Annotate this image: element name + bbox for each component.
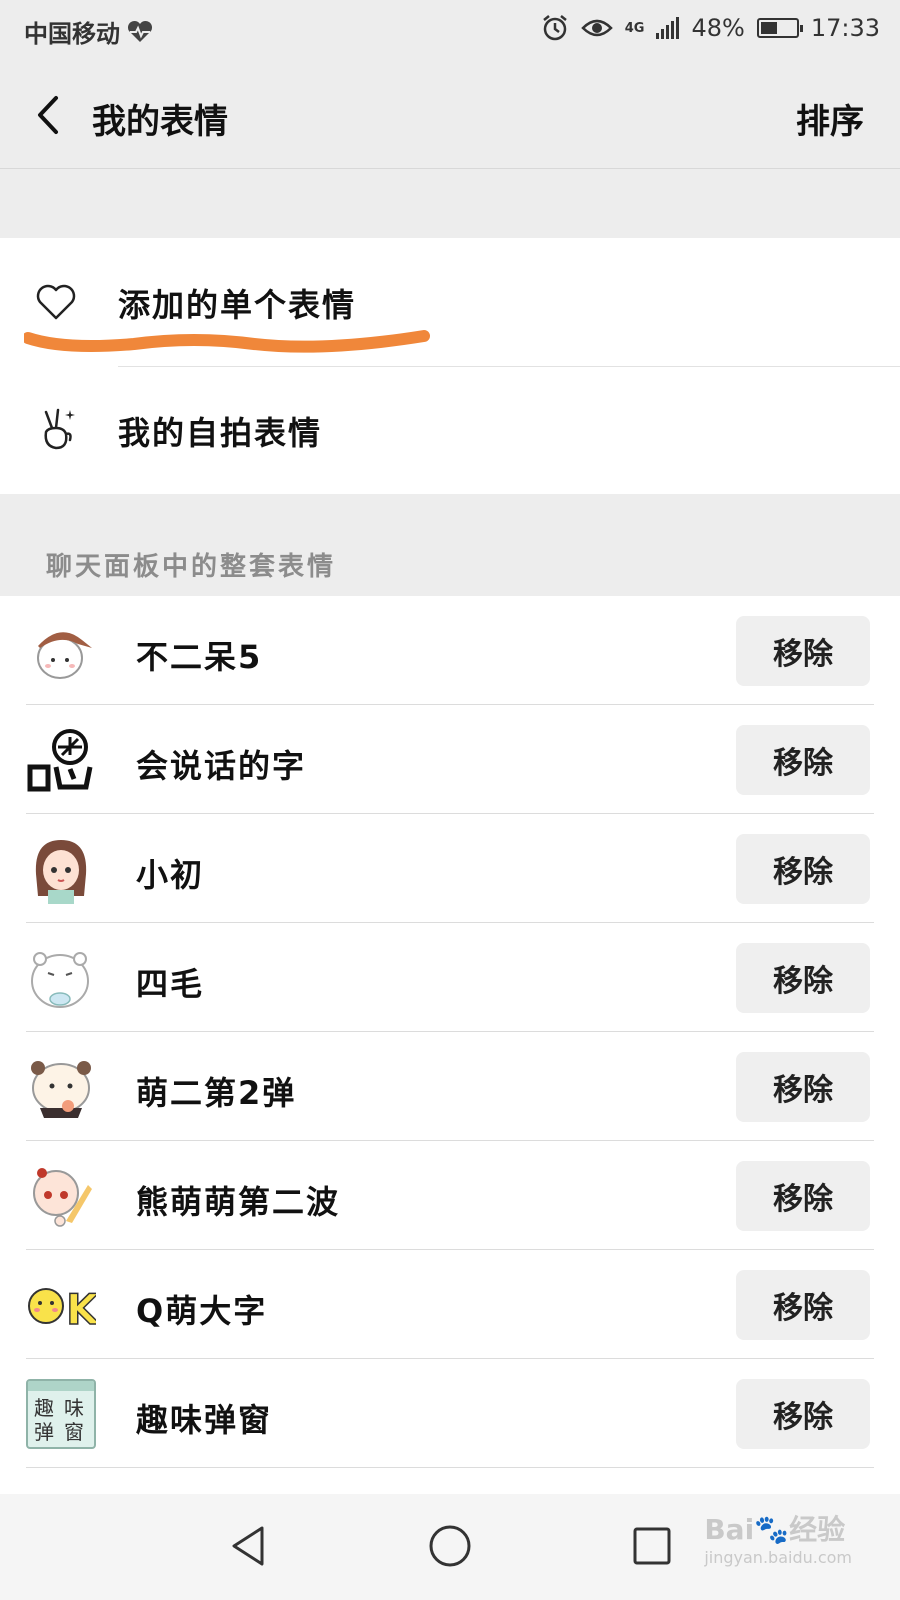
panda-thumb xyxy=(26,1052,96,1122)
sticker-set-name: 萌二第2弹 xyxy=(136,1074,297,1112)
popup-window-thumb: 趣 味 弹 窗 xyxy=(26,1379,96,1449)
network-label: 4G xyxy=(624,20,645,36)
back-arrow-icon[interactable] xyxy=(30,90,70,140)
remove-button[interactable]: 移除 xyxy=(736,943,870,1013)
sticker-set-name: 趣味弹窗 xyxy=(136,1401,273,1439)
sticker-set-name: 四毛 xyxy=(136,965,205,1003)
eye-icon xyxy=(580,19,613,37)
nav-home-icon[interactable] xyxy=(428,1522,472,1570)
remove-button[interactable]: 移除 xyxy=(736,1052,870,1122)
battery-percent: 48% xyxy=(691,14,745,42)
highlight-underline xyxy=(24,330,430,353)
girl-thumb xyxy=(26,834,96,904)
ok-letter: K xyxy=(66,1285,96,1334)
remove-button[interactable]: 移除 xyxy=(736,1270,870,1340)
victory-hand-icon xyxy=(44,408,75,450)
remove-button[interactable]: 移除 xyxy=(736,1161,870,1231)
section-title: 聊天面板中的整套表情 xyxy=(46,552,337,582)
heart-pulse-icon xyxy=(127,20,153,42)
nav-back-icon[interactable] xyxy=(226,1522,270,1570)
sticker-set-list: 不二呆5 移除 会说话的字 移除 小初 移除 四毛 移除 萌二第2弹 移除 熊萌… xyxy=(0,596,900,1496)
page-title: 我的表情 xyxy=(92,102,228,142)
clock: 17:33 xyxy=(810,14,880,42)
remove-button[interactable]: 移除 xyxy=(736,834,870,904)
talking-character-thumb xyxy=(26,725,96,795)
selfie-stickers-row[interactable]: 我的自拍表情 xyxy=(0,366,900,494)
signal-icon xyxy=(656,17,680,39)
added-single-stickers-label: 添加的单个表情 xyxy=(118,286,357,324)
list-item: 会说话的字 移除 xyxy=(0,705,900,814)
list-item: K Q萌大字 移除 xyxy=(0,1250,900,1359)
remove-button[interactable]: 移除 xyxy=(736,1379,870,1449)
sticker-set-name: 小初 xyxy=(136,856,205,894)
sticker-set-name: 会说话的字 xyxy=(136,747,307,785)
cat-with-cap-thumb xyxy=(26,616,96,686)
list-item: 四毛 移除 xyxy=(0,923,900,1032)
selfie-stickers-label: 我的自拍表情 xyxy=(118,414,323,452)
carrier-name: 中国移动 xyxy=(24,20,120,48)
list-item: 熊萌萌第二波 移除 xyxy=(0,1141,900,1250)
sort-button[interactable]: 排序 xyxy=(796,94,864,143)
hamster-thumb xyxy=(26,943,96,1013)
status-icons: 4G 48% 17:33 xyxy=(541,14,880,42)
watermark-url: jingyan.baidu.com xyxy=(704,1548,852,1567)
list-item: 不二呆5 移除 xyxy=(0,596,900,705)
carrier: 中国移动 xyxy=(24,14,154,49)
list-item: 萌二第2弹 移除 xyxy=(0,1032,900,1141)
watermark-brand: Bai xyxy=(704,1513,755,1546)
ok-emoji-thumb: K xyxy=(26,1270,96,1340)
baby-bear-thumb xyxy=(26,1161,96,1231)
popup-char: 味 xyxy=(64,1396,84,1420)
heart-icon xyxy=(36,284,76,320)
popup-char: 趣 xyxy=(34,1396,54,1420)
watermark-brand-suffix: 经验 xyxy=(789,1513,846,1546)
nav-recents-icon[interactable] xyxy=(630,1522,674,1570)
remove-button[interactable]: 移除 xyxy=(736,725,870,795)
personal-stickers-group: 添加的单个表情 我的自拍表情 xyxy=(0,238,900,494)
header-bar: 我的表情 排序 xyxy=(0,64,900,169)
divider xyxy=(26,1467,874,1468)
status-bar: 中国移动 4G 48% 17:33 xyxy=(0,0,900,64)
alarm-icon xyxy=(542,15,567,41)
paw-icon: 🐾 xyxy=(754,1513,790,1546)
remove-button[interactable]: 移除 xyxy=(736,616,870,686)
sticker-set-name: Q萌大字 xyxy=(136,1292,268,1330)
popup-char: 弹 xyxy=(34,1420,54,1444)
sticker-set-name: 熊萌萌第二波 xyxy=(136,1183,341,1221)
popup-char: 窗 xyxy=(64,1420,84,1444)
sticker-set-name: 不二呆5 xyxy=(136,638,263,676)
baidu-watermark: Bai🐾经验 jingyan.baidu.com xyxy=(704,1508,852,1567)
list-item: 小初 移除 xyxy=(0,814,900,923)
list-item: 趣 味 弹 窗 趣味弹窗 移除 xyxy=(0,1359,900,1468)
battery-icon xyxy=(756,18,803,38)
